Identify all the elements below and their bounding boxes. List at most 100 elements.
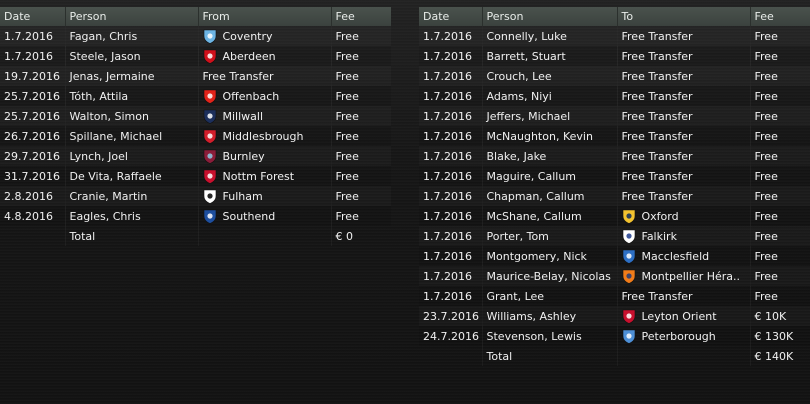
player-name-link[interactable]: Blake, Jake (481, 146, 617, 166)
club-name-link[interactable]: Middlesbrough (223, 130, 304, 143)
club-name-link[interactable]: Coventry (223, 30, 273, 43)
club-name-link[interactable]: Montpellier Héra.. (642, 270, 741, 283)
table-row[interactable]: 19.7.2016 Jenas, Jermaine Free Transfer Fre… (0, 66, 391, 86)
player-name-link[interactable]: Maurice-Belay, Nicolas (481, 266, 617, 286)
montpellier-badge-icon[interactable] (622, 269, 636, 284)
club-name-link[interactable]: Burnley (223, 150, 265, 163)
player-name-link[interactable]: Connelly, Luke (481, 26, 617, 46)
player-name-link[interactable]: Jenas, Jermaine (64, 66, 198, 86)
table-row[interactable]: 26.7.2016 Spillane, Michael Middlesbrough F… (0, 126, 391, 146)
table-row[interactable]: 23.7.2016 Williams, Ashley Leyton Orient € … (419, 306, 810, 326)
fulham-badge-icon[interactable] (203, 189, 217, 204)
table-row[interactable]: 1.7.2016 McShane, Callum Oxford Free (419, 206, 810, 226)
burnley-badge-icon[interactable] (203, 149, 217, 164)
transfer-fee: Free (330, 206, 391, 226)
column-header-from[interactable]: From (197, 7, 331, 26)
player-name-link[interactable]: Crouch, Lee (481, 66, 617, 86)
table-row[interactable]: 1.7.2016 Montgomery, Nick Macclesfield Free (419, 246, 810, 266)
falkirk-badge-icon[interactable] (622, 229, 636, 244)
table-row[interactable]: 1.7.2016 Crouch, Lee Free Transfer Free (419, 66, 810, 86)
incoming-header-row: Date Person From Fee (0, 7, 391, 26)
player-name-link[interactable]: Grant, Lee (481, 286, 617, 306)
oxford-badge-icon[interactable] (622, 209, 636, 224)
table-row[interactable]: 25.7.2016 Walton, Simon Millwall Free (0, 106, 391, 126)
table-row[interactable]: 1.7.2016 Blake, Jake Free Transfer Free (419, 146, 810, 166)
table-row[interactable]: 29.7.2016 Lynch, Joel Burnley Free (0, 146, 391, 166)
player-name-link[interactable]: Chapman, Callum (481, 186, 617, 206)
player-name-link[interactable]: Eagles, Chris (64, 206, 198, 226)
nottm-forest-badge-icon[interactable] (203, 169, 217, 184)
table-row[interactable]: 1.7.2016 Porter, Tom Falkirk Free (419, 226, 810, 246)
player-name-link[interactable]: McShane, Callum (481, 206, 617, 226)
column-header-fee[interactable]: Fee (749, 7, 810, 26)
player-name-link[interactable]: Steele, Jason (64, 46, 198, 66)
player-name-link[interactable]: Maguire, Callum (481, 166, 617, 186)
millwall-badge-icon[interactable] (203, 109, 217, 124)
player-name-link[interactable]: Barrett, Stuart (481, 46, 617, 66)
aberdeen-badge-icon[interactable] (203, 49, 217, 64)
transfer-date: 1.7.2016 (419, 286, 482, 306)
player-name-link[interactable]: Montgomery, Nick (481, 246, 617, 266)
column-header-date[interactable]: Date (0, 7, 65, 26)
column-header-fee[interactable]: Fee (330, 7, 391, 26)
club-wrapper: Offenbach (203, 86, 331, 106)
player-name-link[interactable]: Tóth, Attila (64, 86, 198, 106)
middlesbrough-badge-icon[interactable] (203, 129, 217, 144)
player-name-link[interactable]: Spillane, Michael (64, 126, 198, 146)
peterborough-badge-icon[interactable] (622, 329, 636, 344)
table-row[interactable]: 1.7.2016 Maurice-Belay, Nicolas Montpellie… (419, 266, 810, 286)
player-name-link[interactable]: McNaughton, Kevin (481, 126, 617, 146)
table-row[interactable]: 31.7.2016 De Vita, Raffaele Nottm Forest Fr… (0, 166, 391, 186)
table-row[interactable]: 1.7.2016 Adams, Niyi Free Transfer Free (419, 86, 810, 106)
player-name-link[interactable]: Stevenson, Lewis (481, 326, 617, 346)
club-name-link[interactable]: Macclesfield (642, 250, 710, 263)
table-row[interactable]: 1.7.2016 Maguire, Callum Free Transfer Free (419, 166, 810, 186)
table-row[interactable]: 1.7.2016 McNaughton, Kevin Free Transfer Fr… (419, 126, 810, 146)
transfer-fee: Free (330, 186, 391, 206)
player-name-link[interactable]: Porter, Tom (481, 226, 617, 246)
player-name-link[interactable]: Williams, Ashley (481, 306, 617, 326)
player-name-link[interactable]: Fagan, Chris (64, 26, 198, 46)
club-name-link[interactable]: Leyton Orient (642, 310, 717, 323)
column-header-person[interactable]: Person (481, 7, 617, 26)
table-row[interactable]: 2.8.2016 Cranie, Martin Fulham Free (0, 186, 391, 206)
player-name-link[interactable]: Adams, Niyi (481, 86, 617, 106)
club-wrapper: Southend (203, 206, 331, 226)
player-name-link[interactable]: Jeffers, Michael (481, 106, 617, 126)
table-row[interactable]: 1.7.2016 Barrett, Stuart Free Transfer Free (419, 46, 810, 66)
club-name-link[interactable]: Peterborough (642, 330, 716, 343)
offenbach-badge-icon[interactable] (203, 89, 217, 104)
free-transfer-label: Free Transfer (202, 69, 274, 83)
club-wrapper: Aberdeen (203, 46, 331, 66)
player-name-link[interactable]: Cranie, Martin (64, 186, 198, 206)
leyton-orient-badge-icon[interactable] (622, 309, 636, 324)
table-row[interactable]: 1.7.2016 Grant, Lee Free Transfer Free (419, 286, 810, 306)
club-name-link[interactable]: Southend (223, 210, 276, 223)
table-row[interactable]: 1.7.2016 Jeffers, Michael Free Transfer Fre… (419, 106, 810, 126)
club-name-link[interactable]: Oxford (642, 210, 679, 223)
player-name-link[interactable]: De Vita, Raffaele (64, 166, 198, 186)
table-row[interactable]: 1.7.2016 Chapman, Callum Free Transfer Free (419, 186, 810, 206)
club-name-link[interactable]: Offenbach (223, 90, 280, 103)
coventry-badge-icon[interactable] (203, 29, 217, 44)
column-header-to[interactable]: To (616, 7, 750, 26)
table-row[interactable]: 24.7.2016 Stevenson, Lewis Peterborough € 1… (419, 326, 810, 346)
club-name-link[interactable]: Millwall (223, 110, 264, 123)
table-row[interactable]: 1.7.2016 Steele, Jason Aberdeen Free (0, 46, 391, 66)
table-row[interactable]: 1.7.2016 Fagan, Chris Coventry Free (0, 26, 391, 46)
column-header-date[interactable]: Date (419, 7, 482, 26)
column-header-person[interactable]: Person (64, 7, 198, 26)
table-row[interactable]: 4.8.2016 Eagles, Chris Southend Free (0, 206, 391, 226)
club-name-link[interactable]: Nottm Forest (223, 170, 295, 183)
table-row[interactable]: 25.7.2016 Tóth, Attila Offenbach Free (0, 86, 391, 106)
club-name-link[interactable]: Aberdeen (223, 50, 276, 63)
southend-badge-icon[interactable] (203, 209, 217, 224)
club-cell: Millwall (197, 106, 331, 126)
club-name-link[interactable]: Falkirk (642, 230, 677, 243)
player-name-link[interactable]: Walton, Simon (64, 106, 198, 126)
macclesfield-badge-icon[interactable] (622, 249, 636, 264)
club-wrapper: Leyton Orient (622, 306, 750, 326)
table-row[interactable]: 1.7.2016 Connelly, Luke Free Transfer Free (419, 26, 810, 46)
club-name-link[interactable]: Fulham (223, 190, 263, 203)
player-name-link[interactable]: Lynch, Joel (64, 146, 198, 166)
